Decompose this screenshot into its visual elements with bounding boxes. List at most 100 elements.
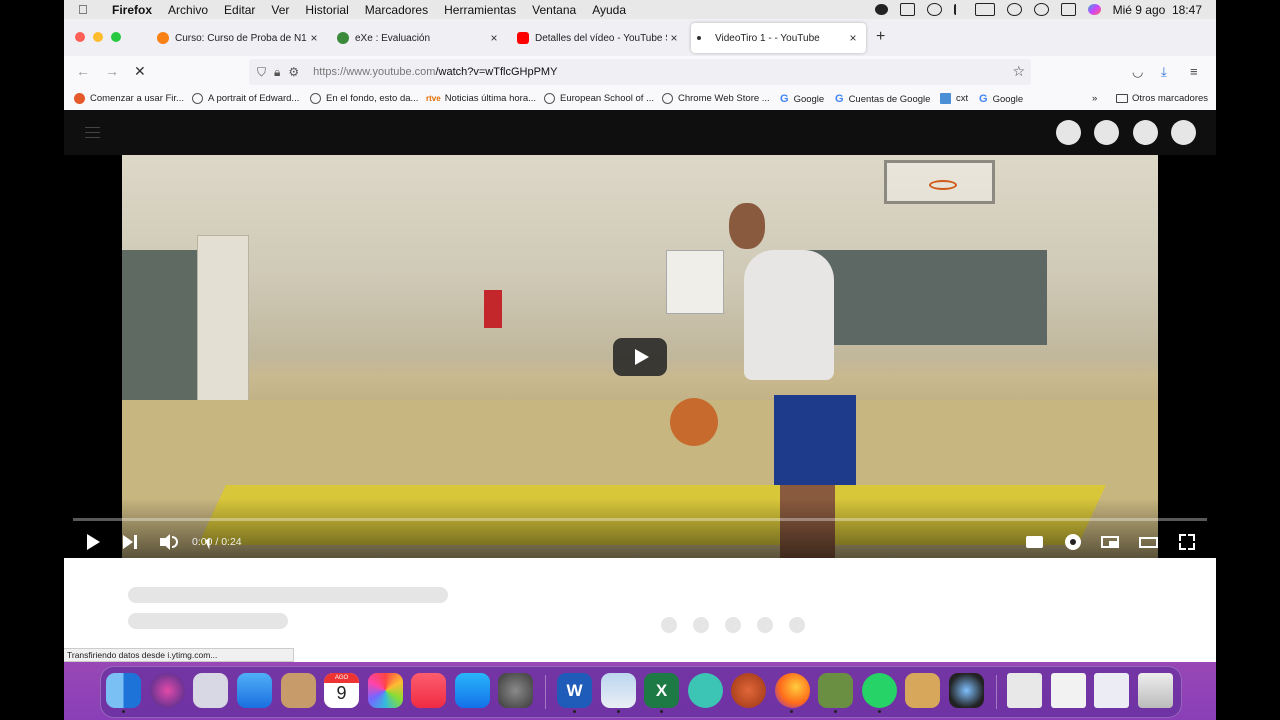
spotlight-search-icon[interactable] — [1033, 3, 1049, 16]
excel-icon[interactable]: X — [644, 673, 679, 708]
shield-icon[interactable]: ⛉ — [257, 65, 266, 80]
bluetooth-icon[interactable] — [953, 4, 963, 15]
music-icon[interactable] — [411, 673, 446, 708]
close-tab-icon[interactable]: × — [307, 31, 321, 45]
bookmarks-overflow-icon[interactable]: » — [1092, 93, 1097, 104]
running-indicator — [660, 710, 663, 713]
system-preferences-icon[interactable] — [498, 673, 533, 708]
subtitles-icon[interactable] — [1025, 532, 1045, 552]
new-tab-button[interactable]: + — [876, 28, 885, 46]
permissions-icon[interactable]: ⚙ — [288, 65, 299, 79]
next-video-icon[interactable] — [121, 532, 141, 552]
header-placeholder-circle[interactable] — [1171, 120, 1196, 145]
control-center-icon[interactable] — [1060, 3, 1076, 16]
large-play-button[interactable] — [613, 338, 667, 376]
bookmark-item[interactable]: rtve Noticias última hora... — [426, 93, 536, 104]
battery-icon[interactable] — [974, 3, 995, 16]
exe-icon[interactable] — [818, 673, 853, 708]
google-icon: G — [979, 93, 988, 105]
screenshot-3-icon[interactable] — [1094, 673, 1129, 708]
tab-curso[interactable]: Curso: Curso de Proba de N1 × — [147, 23, 327, 53]
header-placeholder-circle[interactable] — [1094, 120, 1119, 145]
app-store-icon[interactable] — [455, 673, 490, 708]
lumi-icon[interactable] — [688, 673, 723, 708]
siri-icon[interactable] — [1087, 4, 1101, 15]
menu-ventana[interactable]: Ventana — [532, 3, 576, 17]
trash-icon[interactable] — [1138, 673, 1173, 708]
close-tab-icon[interactable]: × — [667, 31, 681, 45]
bookmark-item[interactable]: G Google — [780, 93, 824, 105]
record-stop-icon[interactable] — [874, 4, 888, 15]
video-player[interactable]: 0:00 / 0:24 — [64, 155, 1216, 558]
bookmark-item[interactable]: cxt — [940, 93, 968, 104]
bookmark-item[interactable]: G Google — [979, 93, 1023, 105]
exe-icon — [337, 32, 349, 44]
menu-ayuda[interactable]: Ayuda — [592, 3, 626, 17]
header-placeholder-circle[interactable] — [1133, 120, 1158, 145]
play-circle-icon[interactable] — [926, 3, 942, 16]
menu-marcadores[interactable]: Marcadores — [365, 3, 428, 17]
play-icon[interactable] — [84, 532, 104, 552]
bookmark-item[interactable]: Chrome Web Store ... — [662, 93, 770, 104]
close-tab-icon[interactable]: × — [846, 31, 860, 45]
close-tab-icon[interactable]: × — [487, 31, 501, 45]
tab-exe[interactable]: eXe : Evaluación × — [327, 23, 507, 53]
minimize-window-button[interactable] — [93, 32, 103, 42]
basketball-app-icon[interactable] — [731, 673, 766, 708]
bookmark-item[interactable]: G Cuentas de Google — [835, 93, 930, 105]
calendar-icon[interactable]: AGO 9 — [324, 673, 359, 708]
tab-videotiro[interactable]: VideoTiro 1 - - YouTube × — [691, 23, 866, 53]
other-bookmarks-folder[interactable]: Otros marcadores — [1116, 93, 1208, 104]
action-skeleton — [661, 617, 677, 633]
bookmark-star-icon[interactable]: ☆ — [1012, 63, 1025, 80]
bookmark-item[interactable]: A portrait of Edward... — [192, 93, 299, 104]
miniplayer-icon[interactable] — [1101, 532, 1121, 552]
back-arrow-icon[interactable]: ← — [76, 63, 90, 79]
stop-loading-icon[interactable]: ✕ — [134, 63, 146, 80]
lock-icon[interactable]: 🔒︎ — [274, 65, 280, 80]
bookmark-item[interactable]: Comenzar a usar Fir... — [74, 93, 184, 104]
photos-icon[interactable] — [368, 673, 403, 708]
contacts-icon[interactable] — [281, 673, 316, 708]
firefox-icon[interactable] — [775, 673, 810, 708]
whatsapp-icon[interactable] — [862, 673, 897, 708]
preview-icon[interactable] — [601, 673, 636, 708]
downloads-icon[interactable]: ⤓ — [1161, 64, 1167, 80]
guide-menu-icon[interactable] — [85, 127, 100, 138]
url-text[interactable]: https://www.youtube.com/watch?v=wTflcGHp… — [313, 66, 557, 78]
menu-historial[interactable]: Historial — [305, 3, 348, 17]
youtube-page: 0:00 / 0:24 Transfiriendo datos desde i.… — [64, 110, 1216, 662]
theater-mode-icon[interactable] — [1139, 532, 1159, 552]
zoom-window-button[interactable] — [111, 32, 121, 42]
fullscreen-icon[interactable] — [1177, 532, 1197, 552]
tab-youtube-studio[interactable]: Detalles del vídeo - YouTube Studio × — [507, 23, 687, 53]
screenshot-2-icon[interactable] — [1051, 673, 1086, 708]
bookmark-item[interactable]: European School of ... — [544, 93, 654, 104]
menu-archivo[interactable]: Archivo — [168, 3, 208, 17]
close-window-button[interactable] — [75, 32, 85, 42]
menu-app-name[interactable]: Firefox — [112, 3, 152, 17]
finder-icon[interactable] — [106, 673, 141, 708]
forward-arrow-icon[interactable]: → — [105, 63, 119, 79]
launchpad-icon[interactable] — [193, 673, 228, 708]
header-placeholder-circle[interactable] — [1056, 120, 1081, 145]
paint-icon[interactable] — [905, 673, 940, 708]
screen-share-icon[interactable] — [899, 3, 915, 16]
mail-icon[interactable] — [237, 673, 272, 708]
wifi-icon[interactable] — [1006, 3, 1022, 16]
siri-icon[interactable] — [150, 673, 185, 708]
url-bar[interactable]: ⛉ 🔒︎ ⚙ https://www.youtube.com/watch?v=w… — [249, 59, 1031, 85]
progress-bar[interactable] — [73, 518, 1207, 521]
hamburger-menu-icon[interactable]: ≡ — [1190, 64, 1198, 79]
bookmark-item[interactable]: En el fondo, esto da... — [310, 93, 418, 104]
menu-herramientas[interactable]: Herramientas — [444, 3, 516, 17]
word-icon[interactable]: W — [557, 673, 592, 708]
pocket-icon[interactable]: ◡ — [1132, 64, 1143, 80]
menu-ver[interactable]: Ver — [271, 3, 289, 17]
quicktime-icon[interactable] — [949, 673, 984, 708]
menu-editar[interactable]: Editar — [224, 3, 255, 17]
menubar-clock[interactable]: Mié 9 ago 18:47 — [1113, 3, 1202, 17]
apple-menu-icon[interactable]:  — [78, 2, 94, 17]
screenshot-1-icon[interactable] — [1007, 673, 1042, 708]
settings-gear-icon[interactable] — [1063, 532, 1083, 552]
